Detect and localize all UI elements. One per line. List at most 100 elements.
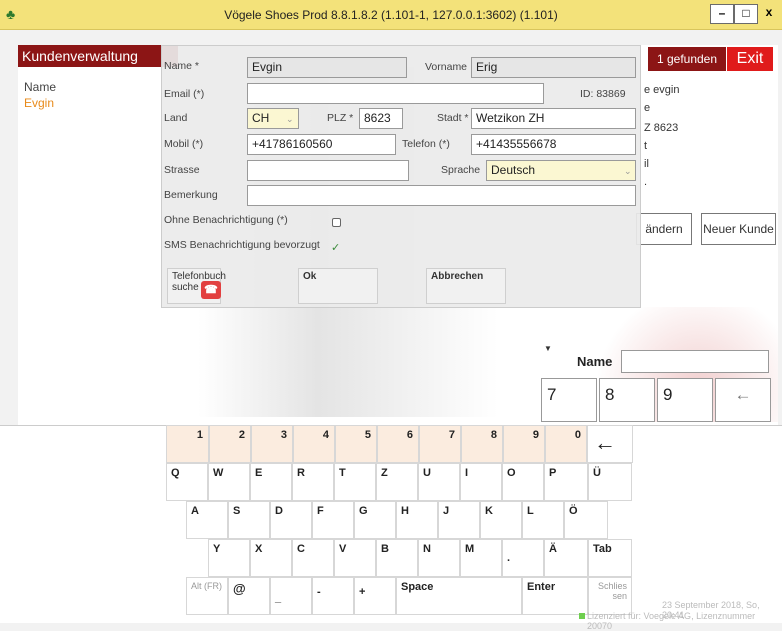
key-q[interactable]: Q — [166, 463, 208, 501]
key-r[interactable]: R — [292, 463, 334, 501]
results-count-badge: 1 gefunden — [648, 47, 726, 71]
telefon-field[interactable]: +41435556678 — [471, 134, 636, 155]
key-3[interactable]: 3 — [251, 425, 293, 463]
email-field[interactable] — [247, 83, 544, 104]
dash-key[interactable]: - — [312, 577, 354, 615]
numpad-name-input[interactable] — [621, 350, 769, 373]
ohne-benachrichtigung-checkbox[interactable] — [332, 218, 341, 227]
detail-line: Z 8623 — [644, 122, 679, 134]
key-6[interactable]: 6 — [377, 425, 419, 463]
key-w[interactable]: W — [208, 463, 250, 501]
key-4[interactable]: 4 — [293, 425, 335, 463]
checkmark-icon[interactable]: ✓ — [331, 241, 340, 254]
key-d[interactable]: D — [270, 501, 312, 539]
key-t[interactable]: T — [334, 463, 376, 501]
chevron-down-icon: ⌄ — [286, 114, 294, 124]
enter-key[interactable]: Enter — [522, 577, 588, 615]
key-ue[interactable]: Ü — [588, 463, 632, 501]
key-h[interactable]: H — [396, 501, 438, 539]
key-f[interactable]: F — [312, 501, 354, 539]
maximize-button[interactable]: □ — [734, 4, 758, 24]
bemerkung-field[interactable] — [247, 185, 636, 206]
close-keyboard-key[interactable]: Schlies sen — [588, 577, 632, 615]
mobil-field[interactable]: +41786160560 — [247, 134, 396, 155]
detail-line: e — [644, 102, 651, 114]
key-p[interactable]: P — [544, 463, 588, 501]
key-s[interactable]: S — [228, 501, 270, 539]
edit-button[interactable]: ändern — [636, 213, 692, 245]
sms-label: SMS Benachrichtigung bevorzugt — [164, 239, 320, 251]
title-bar: ♣ Vögele Shoes Prod 8.8.1.8.2 (1.101-1, … — [0, 0, 782, 30]
key-5[interactable]: 5 — [335, 425, 377, 463]
cancel-button[interactable]: Abbrechen — [426, 268, 506, 304]
key-2[interactable]: 2 — [209, 425, 251, 463]
key-i[interactable]: I — [460, 463, 502, 501]
sprache-select[interactable]: Deutsch — [486, 160, 636, 181]
key-y[interactable]: Y — [208, 539, 250, 577]
key-v[interactable]: V — [334, 539, 376, 577]
plz-label: PLZ * — [327, 112, 354, 124]
key-l[interactable]: L — [522, 501, 564, 539]
strasse-label: Strasse — [164, 164, 200, 176]
key-n[interactable]: N — [418, 539, 460, 577]
phone-icon: ☎ — [201, 281, 221, 299]
key-ae[interactable]: Ä — [544, 539, 588, 577]
customer-id: ID: 83869 — [580, 88, 626, 100]
key-0[interactable]: 0 — [545, 425, 587, 463]
detail-line: e evgin — [644, 84, 680, 96]
status-license: Lizenziert für: Voegele AG, Lizenznummer… — [587, 611, 756, 631]
underscore-key[interactable]: _ — [270, 577, 312, 615]
stadt-field[interactable]: Wetzikon ZH — [471, 108, 636, 129]
close-window-button[interactable]: x — [758, 4, 780, 24]
plz-field[interactable]: 8623 — [359, 108, 403, 129]
key-o[interactable]: O — [502, 463, 544, 501]
key-7[interactable]: 7 — [419, 425, 461, 463]
alt-fr-key[interactable]: Alt (FR) — [186, 577, 228, 615]
key-8[interactable]: 8 — [461, 425, 503, 463]
minimize-button[interactable]: – — [710, 4, 734, 24]
numpad-backspace-key[interactable]: ← — [715, 378, 771, 422]
email-label: Email (*) — [164, 88, 205, 100]
keyboard-backspace-key[interactable]: ← — [587, 425, 633, 463]
ok-button[interactable]: Ok — [298, 268, 378, 304]
exit-button[interactable]: Exit — [727, 47, 773, 71]
key-k[interactable]: K — [480, 501, 522, 539]
name-field[interactable]: Evgin — [247, 57, 407, 78]
new-customer-button[interactable]: Neuer Kunde — [701, 213, 776, 245]
plus-key[interactable]: + — [354, 577, 396, 615]
tab-key[interactable]: Tab — [588, 539, 632, 577]
phonebook-search-button[interactable]: Telefonbuch suche ☎ — [167, 268, 226, 304]
ohne-benachrichtigung-label: Ohne Benachrichtigung (*) — [164, 214, 288, 226]
key-9[interactable]: 9 — [503, 425, 545, 463]
key-g[interactable]: G — [354, 501, 396, 539]
strasse-field[interactable] — [247, 160, 409, 181]
land-label: Land — [164, 112, 188, 124]
key-c[interactable]: C — [292, 539, 334, 577]
key-period[interactable]: . — [502, 539, 544, 577]
customer-list-item[interactable]: Evgin — [24, 96, 54, 110]
space-key[interactable]: Space — [396, 577, 522, 615]
key-z[interactable]: Z — [376, 463, 418, 501]
at-key[interactable]: @ — [228, 577, 270, 615]
numpad-key-9[interactable]: 9 — [657, 378, 713, 422]
vorname-field[interactable]: Erig — [471, 57, 636, 78]
key-e[interactable]: E — [250, 463, 292, 501]
key-1[interactable]: 1 — [166, 425, 209, 463]
customer-management-header: Kundenverwaltung — [18, 45, 178, 67]
stadt-label: Stadt * — [437, 112, 469, 124]
vorname-label: Vorname — [425, 61, 468, 73]
key-u[interactable]: U — [418, 463, 460, 501]
numpad-key-7[interactable]: 7 — [541, 378, 597, 422]
triangle-icon: ▼ — [544, 344, 552, 353]
key-j[interactable]: J — [438, 501, 480, 539]
numpad-name-label: Name — [577, 354, 613, 369]
numpad-key-8[interactable]: 8 — [599, 378, 655, 422]
key-b[interactable]: B — [376, 539, 418, 577]
key-m[interactable]: M — [460, 539, 502, 577]
key-a[interactable]: A — [186, 501, 228, 539]
key-oe[interactable]: Ö — [564, 501, 608, 539]
window-title: Vögele Shoes Prod 8.8.1.8.2 (1.101-1, 12… — [224, 8, 558, 22]
customer-form: Name * Evgin Vorname Erig Email (*) ID: … — [161, 45, 641, 308]
key-x[interactable]: X — [250, 539, 292, 577]
sprache-label: Sprache — [441, 164, 481, 176]
